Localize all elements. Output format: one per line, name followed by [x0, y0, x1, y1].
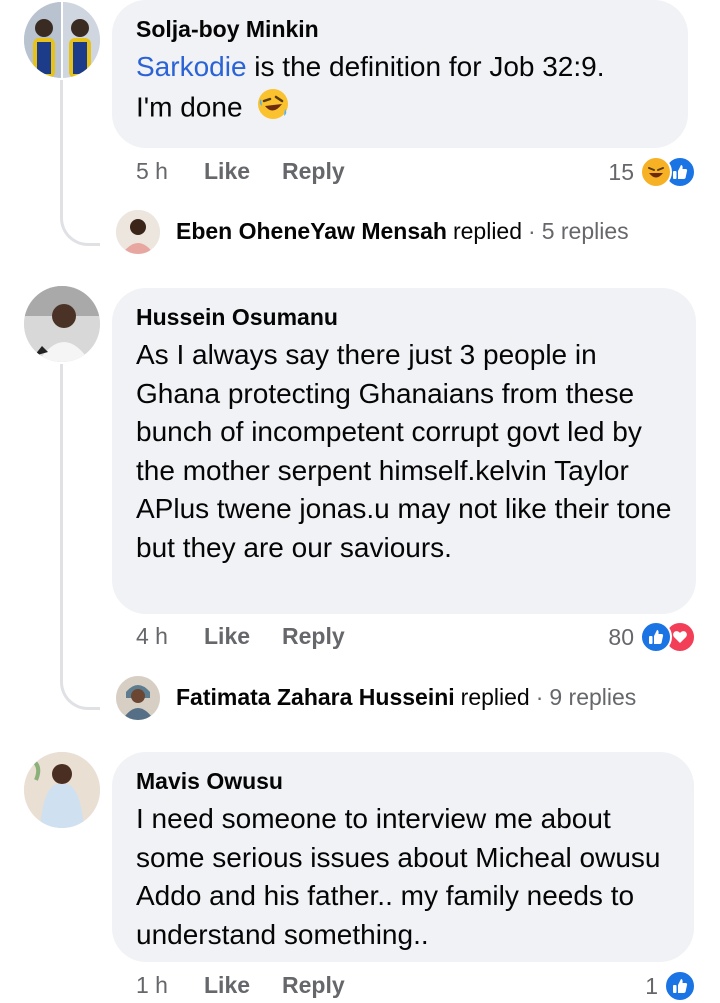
- replier-avatar[interactable]: [116, 210, 160, 254]
- comment-author[interactable]: Mavis Owusu: [136, 766, 672, 796]
- comment-bubble[interactable]: Solja-boy Minkin Sarkodie is the definit…: [112, 0, 688, 148]
- comment-text: I need someone to interview me about som…: [136, 803, 661, 950]
- comment-actions: 4 h Like Reply: [136, 623, 377, 650]
- rolling-laughing-emoji-icon: [256, 87, 290, 132]
- view-replies-link[interactable]: Eben OheneYaw Mensah replied · 5 replies: [176, 218, 629, 245]
- comment-author[interactable]: Solja-boy Minkin: [136, 14, 666, 44]
- reply-button[interactable]: Reply: [282, 623, 345, 650]
- reaction-count: 15: [608, 158, 634, 185]
- comment-bubble[interactable]: Mavis Owusu I need someone to interview …: [112, 752, 694, 962]
- reply-count: 5 replies: [541, 218, 629, 244]
- reaction-count: 80: [608, 623, 634, 650]
- reply-count: 9 replies: [549, 684, 637, 710]
- avatar[interactable]: [24, 752, 100, 828]
- comment-actions: 1 h Like Reply: [136, 972, 377, 999]
- thread-line: [60, 364, 100, 710]
- comment-bubble[interactable]: Hussein Osumanu As I always say there ju…: [112, 288, 696, 614]
- replier-avatar[interactable]: [116, 676, 160, 720]
- like-button[interactable]: Like: [204, 972, 250, 999]
- reply-button[interactable]: Reply: [282, 972, 345, 999]
- avatar[interactable]: [24, 286, 100, 362]
- thread-line: [60, 80, 100, 246]
- like-reaction-icon: [640, 621, 672, 653]
- reaction-summary[interactable]: 80: [608, 621, 696, 653]
- comment-actions: 5 h Like Reply: [136, 158, 377, 185]
- mention-link[interactable]: Sarkodie: [136, 51, 247, 82]
- view-replies-link[interactable]: Fatimata Zahara Husseini replied · 9 rep…: [176, 684, 636, 711]
- avatar[interactable]: [24, 2, 100, 78]
- comment-text: Sarkodie is the definition for Job 32:9.…: [136, 48, 666, 131]
- comment-author[interactable]: Hussein Osumanu: [136, 302, 674, 332]
- like-button[interactable]: Like: [204, 623, 250, 650]
- comment-text: As I always say there just 3 people in G…: [136, 339, 672, 563]
- comment-time[interactable]: 4 h: [136, 623, 204, 650]
- comment-time[interactable]: 1 h: [136, 972, 204, 999]
- like-button[interactable]: Like: [204, 158, 250, 185]
- reply-button[interactable]: Reply: [282, 158, 345, 185]
- reaction-summary[interactable]: 15: [608, 156, 696, 188]
- reaction-summary[interactable]: 1: [645, 970, 696, 1002]
- reaction-count: 1: [645, 972, 658, 999]
- comment-time[interactable]: 5 h: [136, 158, 204, 185]
- haha-reaction-icon: [640, 156, 672, 188]
- like-reaction-icon: [664, 970, 696, 1002]
